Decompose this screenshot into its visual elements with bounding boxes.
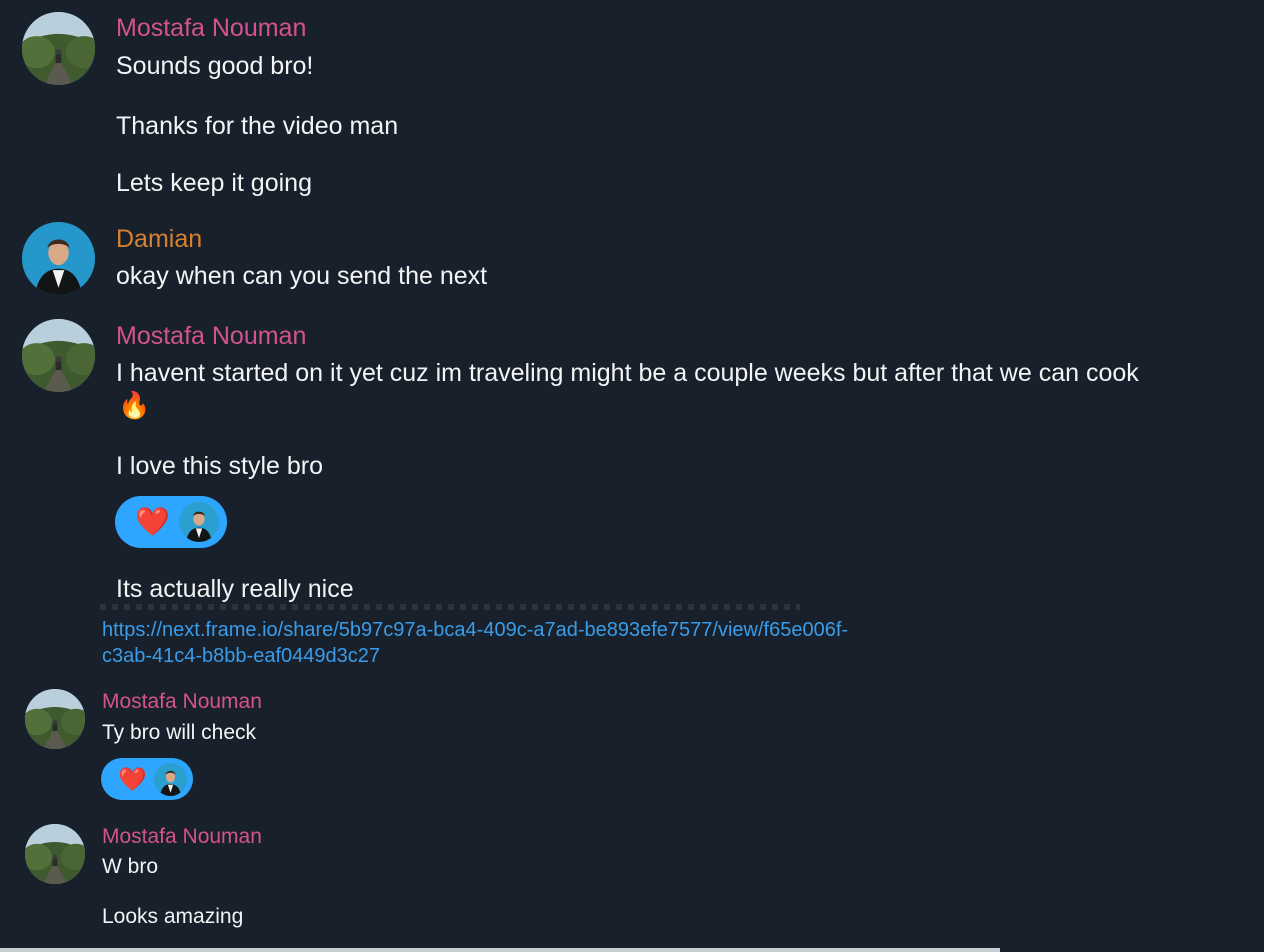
message-text: Looks amazing (102, 905, 244, 928)
sender-name[interactable]: Mostafa Nouman (102, 825, 262, 849)
cropped-text-edge (100, 604, 800, 610)
chat-view: Mostafa Nouman Sounds good bro! Thanks f… (0, 0, 1264, 952)
person-avatar-icon (154, 762, 187, 796)
heart-icon: ❤️ (118, 765, 147, 792)
message-text: Lets keep it going (116, 169, 312, 197)
message-text: Thanks for the video man (116, 112, 399, 140)
message-text: I love this style bro (116, 452, 324, 480)
reactor-avatar (154, 762, 187, 796)
landscape-avatar-icon (25, 824, 85, 884)
sender-name[interactable]: Mostafa Nouman (116, 322, 306, 351)
avatar-mostafa[interactable] (25, 824, 85, 884)
reactor-avatar (179, 502, 219, 542)
sender-name[interactable]: Mostafa Nouman (116, 14, 306, 43)
person-avatar-icon (179, 502, 219, 542)
sender-name[interactable]: Damian (116, 225, 202, 254)
link-line[interactable]: https://next.frame.io/share/5b97c97a-bca… (102, 617, 848, 643)
message-text: Ty bro will check (102, 721, 257, 744)
landscape-avatar-icon (22, 12, 95, 85)
message-text: Its actually really nice (116, 575, 354, 603)
avatar-damian[interactable] (22, 222, 95, 295)
avatar-mostafa[interactable] (22, 12, 95, 85)
message-text: Sounds good bro! (116, 52, 314, 80)
shared-link[interactable]: https://next.frame.io/share/5b97c97a-bca… (102, 617, 848, 669)
reaction-badge[interactable]: ❤️ (115, 496, 227, 548)
bottom-edge (0, 948, 1000, 952)
reaction-badge[interactable]: ❤️ (101, 758, 193, 800)
avatar-mostafa[interactable] (25, 689, 85, 749)
message-text: I havent started on it yet cuz im travel… (116, 359, 1139, 387)
avatar-mostafa[interactable] (22, 319, 95, 392)
message-text: W bro (102, 855, 159, 878)
link-line[interactable]: c3ab-41c4-b8bb-eaf0449d3c27 (102, 643, 848, 669)
person-avatar-icon (22, 222, 95, 295)
sender-name[interactable]: Mostafa Nouman (102, 690, 262, 714)
landscape-avatar-icon (22, 319, 95, 392)
landscape-avatar-icon (25, 689, 85, 749)
fire-emoji: 🔥 (118, 390, 151, 420)
message-text: okay when can you send the next (116, 262, 488, 290)
heart-icon: ❤️ (135, 506, 170, 537)
